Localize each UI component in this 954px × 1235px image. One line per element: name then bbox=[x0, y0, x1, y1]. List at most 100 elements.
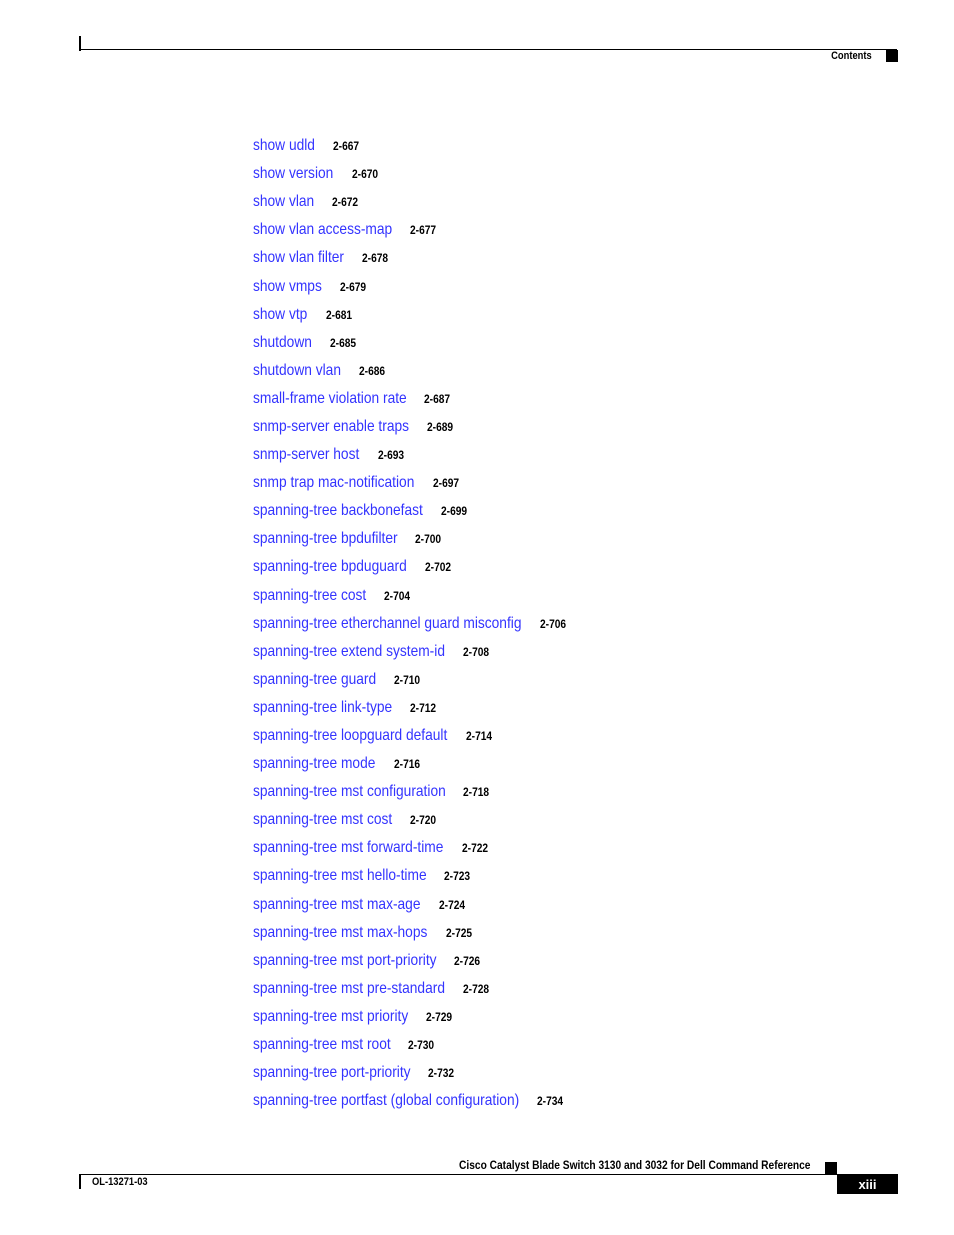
toc-entry-link[interactable]: snmp trap mac-notification bbox=[253, 474, 414, 492]
toc-entry-link[interactable]: spanning-tree extend system-id bbox=[253, 643, 445, 661]
toc-entry: spanning-tree mst max-age 2-724 bbox=[253, 891, 571, 919]
toc-entry: spanning-tree link-type 2-712 bbox=[253, 694, 571, 722]
footer-marker-block bbox=[825, 1162, 837, 1174]
toc-entry-link[interactable]: spanning-tree mst forward-time bbox=[253, 839, 443, 857]
toc-entry-page: 2-732 bbox=[428, 1066, 455, 1081]
toc-entry-link[interactable]: spanning-tree mst max-age bbox=[253, 896, 420, 914]
toc-entry-link[interactable]: show vlan bbox=[253, 193, 314, 211]
toc-entry-page: 2-718 bbox=[463, 785, 490, 800]
toc-entry: spanning-tree mst hello-time 2-723 bbox=[253, 862, 571, 890]
toc-entry-link[interactable]: spanning-tree portfast (global configura… bbox=[253, 1092, 519, 1110]
toc-entry-link[interactable]: spanning-tree mst port-priority bbox=[253, 952, 437, 970]
toc-entry-link[interactable]: small-frame violation rate bbox=[253, 390, 407, 408]
toc-entry-link[interactable]: spanning-tree link-type bbox=[253, 699, 392, 717]
toc-entry: show vlan access-map 2-677 bbox=[253, 216, 571, 244]
toc-entry-link[interactable]: spanning-tree mst max-hops bbox=[253, 924, 427, 942]
toc-entry-page: 2-729 bbox=[426, 1009, 453, 1024]
toc-entry-link[interactable]: show udld bbox=[253, 137, 315, 155]
toc-entry: show vlan 2-672 bbox=[253, 188, 571, 216]
toc-entry-page: 2-693 bbox=[377, 448, 404, 463]
toc-list: show udld 2-667 show version 2-670 show vlan… bbox=[253, 132, 571, 1115]
toc-entry-page: 2-687 bbox=[424, 391, 451, 406]
footer-page-number: xiii bbox=[837, 1174, 898, 1194]
toc-entry-link[interactable]: spanning-tree bpduguard bbox=[253, 558, 407, 576]
toc-entry: spanning-tree port-priority 2-732 bbox=[253, 1059, 571, 1087]
toc-entry: shutdown 2-685 bbox=[253, 329, 571, 357]
header-rule bbox=[79, 49, 897, 50]
toc-entry-link[interactable]: spanning-tree port-priority bbox=[253, 1064, 411, 1082]
toc-entry-page: 2-716 bbox=[393, 757, 420, 772]
toc-entry-page: 2-710 bbox=[394, 672, 421, 687]
toc-entry-link[interactable]: spanning-tree backbonefast bbox=[253, 502, 423, 520]
toc-entry-page: 2-685 bbox=[329, 335, 356, 350]
toc-entry-page: 2-697 bbox=[432, 476, 459, 491]
toc-entry: snmp-server enable traps 2-689 bbox=[253, 413, 571, 441]
toc-entry: snmp trap mac-notification 2-697 bbox=[253, 469, 571, 497]
footer-doc-number: OL-13271-03 bbox=[92, 1176, 148, 1188]
toc-entry-link[interactable]: spanning-tree guard bbox=[253, 671, 376, 689]
toc-entry-page: 2-725 bbox=[445, 925, 472, 940]
toc-entry-page: 2-679 bbox=[339, 279, 366, 294]
toc-entry-link[interactable]: snmp-server host bbox=[253, 446, 359, 464]
toc-entry: snmp-server host 2-693 bbox=[253, 441, 571, 469]
toc-entry-link[interactable]: show version bbox=[253, 165, 333, 183]
footer-rule bbox=[79, 1174, 839, 1175]
toc-entry-page: 2-672 bbox=[332, 195, 359, 210]
toc-entry: spanning-tree mst root 2-730 bbox=[253, 1031, 571, 1059]
toc-entry-link[interactable]: shutdown vlan bbox=[253, 362, 341, 380]
toc-entry-link[interactable]: spanning-tree mode bbox=[253, 755, 375, 773]
toc-entry-link[interactable]: spanning-tree loopguard default bbox=[253, 727, 447, 745]
toc-entry-page: 2-700 bbox=[415, 532, 442, 547]
toc-entry-link[interactable]: show vtp bbox=[253, 306, 307, 324]
toc-entry: spanning-tree mst port-priority 2-726 bbox=[253, 947, 571, 975]
toc-entry: show version 2-670 bbox=[253, 160, 571, 188]
toc-entry: spanning-tree bpduguard 2-702 bbox=[253, 553, 571, 581]
toc-entry: spanning-tree cost 2-704 bbox=[253, 582, 571, 610]
toc-entry-link[interactable]: show vlan filter bbox=[253, 249, 344, 267]
toc-entry-page: 2-706 bbox=[539, 616, 567, 631]
header-section-label: Contents bbox=[831, 50, 872, 62]
toc-entry: spanning-tree extend system-id 2-708 bbox=[253, 638, 571, 666]
toc-entry-page: 2-708 bbox=[462, 644, 490, 659]
toc-entry-page: 2-704 bbox=[384, 588, 411, 603]
toc-entry-link[interactable]: shutdown bbox=[253, 334, 312, 352]
toc-entry-page: 2-720 bbox=[410, 813, 437, 828]
toc-entry-link[interactable]: snmp-server enable traps bbox=[253, 418, 409, 436]
footer-vertical-rule bbox=[79, 1174, 81, 1189]
toc-entry-page: 2-677 bbox=[410, 223, 437, 238]
toc-entry-link[interactable]: spanning-tree cost bbox=[253, 587, 366, 605]
toc-entry: show udld 2-667 bbox=[253, 132, 571, 160]
toc-entry: spanning-tree portfast (global configura… bbox=[253, 1087, 571, 1115]
toc-entry: spanning-tree mode 2-716 bbox=[253, 750, 571, 778]
toc-entry-page: 2-723 bbox=[444, 869, 471, 884]
toc-entry: spanning-tree loopguard default 2-714 bbox=[253, 722, 571, 750]
toc-entry-page: 2-702 bbox=[424, 560, 451, 575]
toc-entry: spanning-tree guard 2-710 bbox=[253, 666, 571, 694]
toc-entry-link[interactable]: show vlan access-map bbox=[253, 221, 392, 239]
toc-entry: spanning-tree mst cost 2-720 bbox=[253, 806, 571, 834]
toc-entry-page: 2-726 bbox=[454, 953, 481, 968]
toc-entry: spanning-tree mst forward-time 2-722 bbox=[253, 834, 571, 862]
toc-entry: spanning-tree bpdufilter 2-700 bbox=[253, 525, 571, 553]
toc-entry-link[interactable]: spanning-tree mst pre-standard bbox=[253, 980, 445, 998]
header-marker-block bbox=[886, 50, 898, 62]
toc-entry-page: 2-670 bbox=[351, 167, 378, 182]
toc-entry-page: 2-730 bbox=[408, 1038, 435, 1053]
toc-entry-page: 2-686 bbox=[358, 363, 386, 378]
toc-entry-link[interactable]: spanning-tree mst configuration bbox=[253, 783, 446, 801]
toc-entry-page: 2-724 bbox=[438, 897, 466, 912]
toc-entry-page: 2-714 bbox=[465, 729, 492, 744]
toc-entry-page: 2-689 bbox=[427, 419, 454, 434]
toc-entry-page: 2-667 bbox=[332, 139, 360, 154]
toc-entry-link[interactable]: spanning-tree etherchannel guard misconf… bbox=[253, 615, 521, 633]
toc-entry-link[interactable]: spanning-tree bpdufilter bbox=[253, 530, 398, 548]
toc-entry-link[interactable]: spanning-tree mst hello-time bbox=[253, 867, 427, 885]
toc-entry-link[interactable]: spanning-tree mst cost bbox=[253, 811, 392, 829]
toc-entry-link[interactable]: show vmps bbox=[253, 278, 322, 296]
toc-entry-link[interactable]: spanning-tree mst priority bbox=[253, 1008, 408, 1026]
toc-entry-page: 2-681 bbox=[325, 307, 352, 322]
toc-entry: small-frame violation rate 2-687 bbox=[253, 385, 571, 413]
toc-entry-link[interactable]: spanning-tree mst root bbox=[253, 1036, 391, 1054]
toc-entry: spanning-tree backbonefast 2-699 bbox=[253, 497, 571, 525]
toc-entry: shutdown vlan 2-686 bbox=[253, 357, 571, 385]
